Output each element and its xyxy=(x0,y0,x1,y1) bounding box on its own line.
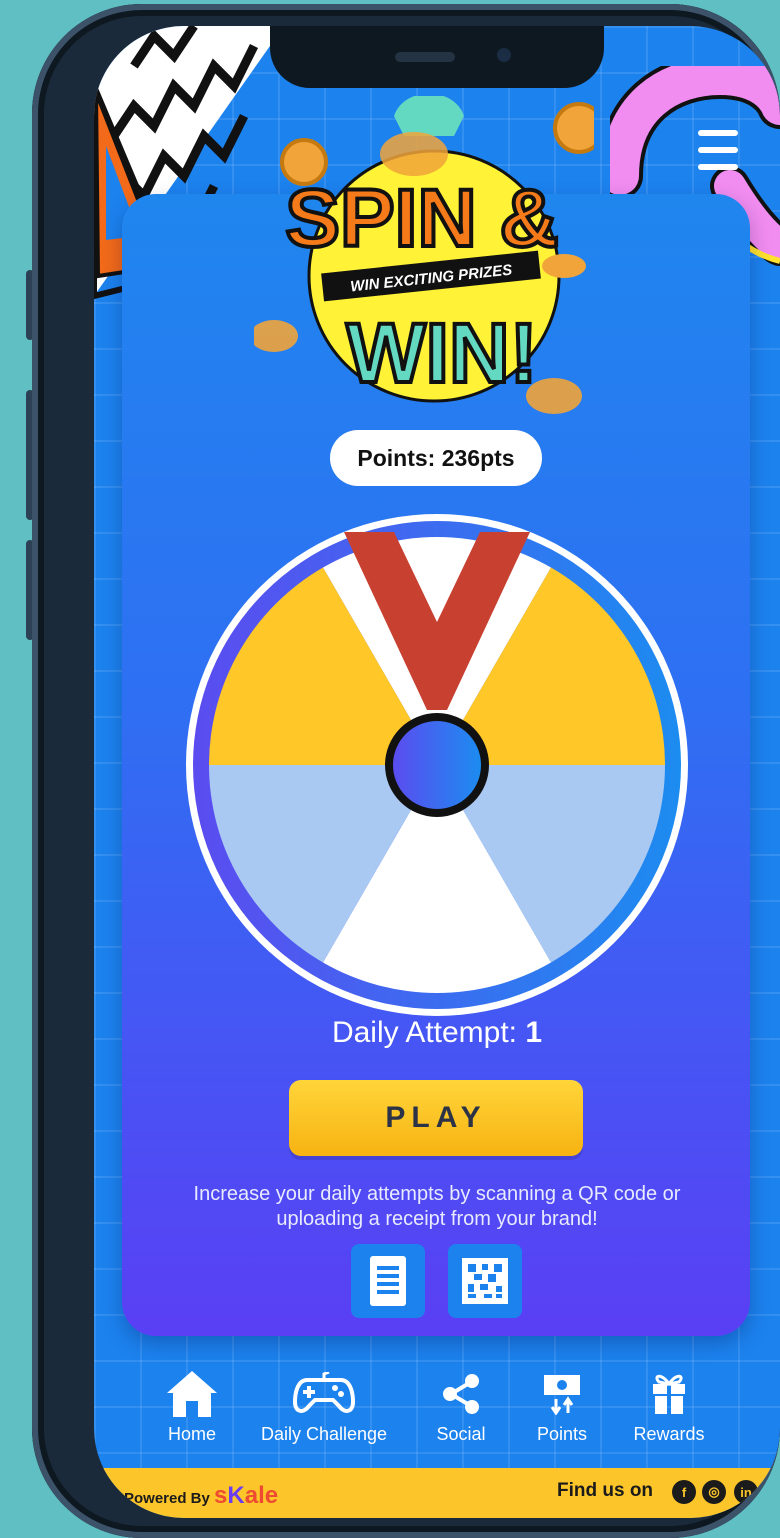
scan-qr-button[interactable] xyxy=(448,1244,522,1318)
app-screen: SPIN & WIN EXCITING PRIZES WIN! Points: … xyxy=(94,26,780,1518)
powered-by-label: Powered By xyxy=(124,1490,210,1507)
gamepad-icon xyxy=(293,1372,355,1413)
instagram-icon[interactable]: ◎ xyxy=(702,1480,726,1504)
powered-by: Powered By sKale xyxy=(124,1482,278,1510)
logo-win-text: WIN! xyxy=(346,306,537,400)
find-us-label: Find us on xyxy=(557,1480,654,1501)
daily-attempt-label: Daily Attempt: xyxy=(331,1016,526,1049)
logo-spin-text: SPIN & xyxy=(285,173,558,264)
nav-item-points[interactable]: Points xyxy=(518,1364,606,1445)
upload-receipt-button[interactable] xyxy=(351,1244,425,1318)
points-label: Points: 236pts xyxy=(357,444,515,471)
home-icon xyxy=(167,1371,217,1417)
share-icon xyxy=(443,1374,479,1414)
points-badge: Points: 236pts xyxy=(330,430,542,486)
bottom-navigation: Home Daily Challenge Social Points Rewar… xyxy=(94,1364,780,1454)
linkedin-icon[interactable]: in xyxy=(734,1480,758,1504)
points-icon xyxy=(544,1375,580,1415)
nav-item-daily-challenge[interactable]: Daily Challenge xyxy=(254,1364,394,1445)
nav-label-rewards: Rewards xyxy=(633,1424,705,1444)
daily-attempt-count: 1 xyxy=(525,1016,543,1049)
nav-label-points: Points xyxy=(536,1424,588,1444)
hint-text: Increase your daily attempts by scanning… xyxy=(193,1183,681,1230)
phone-frame: SPIN & WIN EXCITING PRIZES WIN! Points: … xyxy=(32,4,780,1538)
prize-wheel[interactable] xyxy=(184,512,690,1018)
receipt-icon xyxy=(370,1256,406,1306)
facebook-icon[interactable]: f xyxy=(672,1480,696,1504)
play-button-label: PLAY xyxy=(385,1101,487,1134)
spin-and-win-logo: SPIN & WIN EXCITING PRIZES WIN! xyxy=(254,96,594,414)
phone-notch xyxy=(270,26,604,88)
wheel-hub[interactable] xyxy=(393,721,481,809)
nav-item-social[interactable]: Social xyxy=(416,1364,506,1445)
qr-code-icon xyxy=(462,1258,508,1304)
nav-item-rewards[interactable]: Rewards xyxy=(624,1364,714,1445)
nav-label-social: Social xyxy=(436,1424,486,1444)
brand-logo: sKale xyxy=(214,1482,279,1509)
speaker-grille xyxy=(395,52,455,62)
daily-attempt: Daily Attempt: 1 xyxy=(94,1016,780,1050)
footer-bar: Powered By sKale Find us on f ◎ in xyxy=(94,1468,780,1518)
play-button[interactable]: PLAY xyxy=(289,1080,583,1156)
nav-label-home: Home xyxy=(167,1424,216,1444)
nav-item-home[interactable]: Home xyxy=(146,1364,238,1445)
nav-label-daily-challenge: Daily Challenge xyxy=(260,1424,388,1444)
front-camera xyxy=(497,48,511,62)
gift-icon xyxy=(653,1374,685,1414)
hamburger-icon[interactable] xyxy=(698,130,738,172)
